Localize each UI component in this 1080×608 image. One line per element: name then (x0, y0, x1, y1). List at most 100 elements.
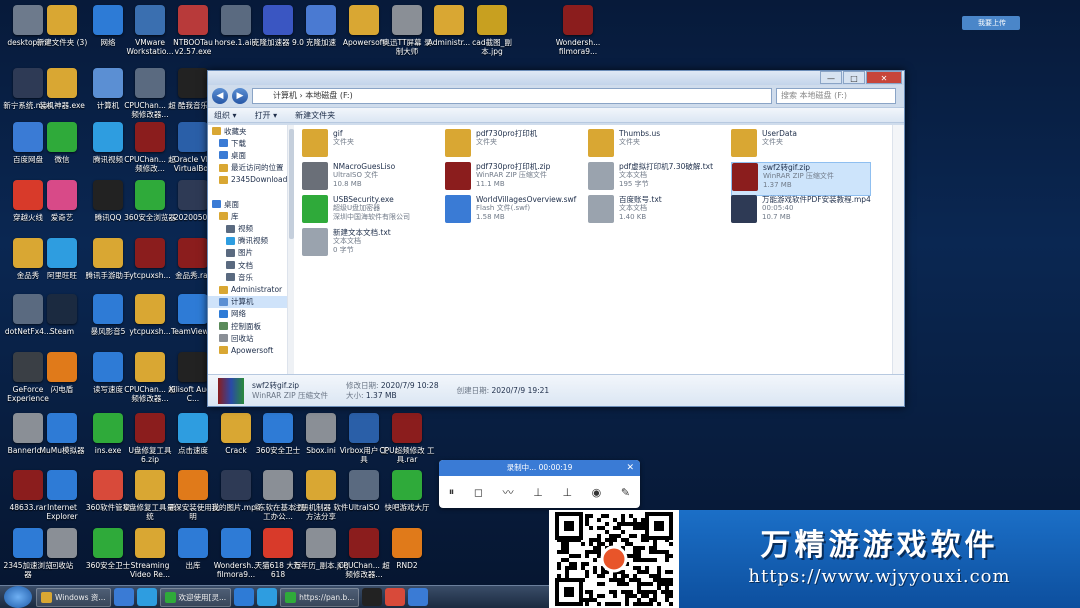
nav-item[interactable]: 文档 (208, 259, 293, 271)
app-icon (434, 5, 464, 35)
taskbar-app-icon[interactable] (257, 588, 278, 606)
file-meta: 文件夹 (762, 138, 783, 146)
nav-item[interactable]: 最近访问的位置 (208, 162, 293, 174)
app-icon (349, 413, 379, 443)
nav-item[interactable]: 桌面 (208, 149, 293, 161)
desktop-icon-label: RND2 (396, 561, 418, 570)
file-item[interactable]: 万能游戏软件PDF安装教程.mp4 00:05:40 10.7 MB (731, 195, 871, 229)
file-item[interactable]: swf2转gif.zip WinRAR ZIP 压缩文件 1.37 MB (731, 162, 871, 196)
upload-cloud-button[interactable]: 我要上传 (962, 16, 1020, 30)
taskbar-app-icon[interactable] (234, 588, 255, 606)
desktop-icon[interactable]: MuMu模拟器 (36, 413, 88, 473)
pin-icon[interactable]: ⊥ (562, 486, 572, 499)
pen-icon[interactable]: 〰 (503, 484, 514, 500)
desktop-icon[interactable]: Steam (36, 294, 88, 354)
file-item[interactable]: UserData 文件夹 (731, 129, 871, 163)
nav-item[interactable]: 图片 (208, 247, 293, 259)
file-item[interactable]: USBSecurity.exe 超级U盘加密器 深圳中国海软件有限公司 (302, 195, 442, 229)
taskbar-item[interactable]: 欢迎使用[灵... (159, 587, 232, 607)
folder-icon (219, 309, 228, 318)
file-item[interactable]: pdf730pro打印机 文件夹 (445, 129, 585, 163)
file-item[interactable]: NMacroGuesLiso UltraISO 文件 10.8 MB (302, 162, 442, 196)
camera-icon[interactable]: ◉ (592, 486, 602, 499)
desktop-icon[interactable]: 装机神器.exe (36, 68, 88, 128)
desktop-icon[interactable]: 新建文件夹 (3) (36, 5, 88, 65)
banner-url[interactable]: https://www.wjyyouxi.com (679, 566, 1080, 587)
desktop-icon[interactable]: RND2 (381, 528, 433, 588)
taskbar-app-icon[interactable] (385, 588, 406, 606)
taskbar-app-icon[interactable] (362, 588, 383, 606)
nav-item[interactable]: 音乐 (208, 271, 293, 283)
file-item[interactable]: 百度账号.txt 文本文档 1.40 KB (588, 195, 728, 229)
taskbar-app-icon[interactable] (113, 588, 134, 606)
nav-item[interactable]: 视频 (208, 223, 293, 235)
desktop-icon[interactable]: 阿里旺旺 (36, 238, 88, 298)
nav-item[interactable]: 网络 (208, 308, 293, 320)
nav-item[interactable]: 2345Downloads (208, 174, 293, 186)
new-folder-button[interactable]: 新建文件夹 (295, 110, 335, 121)
pause-icon[interactable]: ⏸ (449, 485, 455, 499)
stop-icon[interactable]: ◻ (474, 486, 483, 499)
recorder-close-icon[interactable]: ✕ (626, 460, 634, 476)
nav-item[interactable]: 收藏夹 (208, 125, 293, 137)
file-name: Thumbs.us (619, 129, 661, 138)
taskbar-app-icon[interactable] (136, 588, 157, 606)
file-meta: 1.40 KB (619, 213, 647, 221)
nav-scrollbar[interactable] (287, 125, 294, 374)
desktop-icon[interactable]: 微信 (36, 122, 88, 182)
file-item[interactable]: Thumbs.us 文件夹 (588, 129, 728, 163)
address-bar[interactable]: 计算机 › 本地磁盘 (F:) (252, 88, 772, 104)
taskbar-item[interactable]: https://pan.b... (280, 587, 360, 607)
file-item[interactable]: pdf虚拟打印机7.30破解.txt 文本文档 195 字节 (588, 162, 728, 196)
app-icon (178, 68, 208, 98)
app-icon (349, 5, 379, 35)
file-item[interactable]: 新建文本文档.txt 文本文档 0 字节 (302, 228, 442, 262)
pin-icon[interactable]: ⊥ (533, 486, 543, 499)
desktop-icon[interactable]: Internet Explorer (36, 470, 88, 530)
file-item[interactable]: gif 文件夹 (302, 129, 442, 163)
screen-recorder-toolbar: 录制中... 00:00:19 ✕ ⏸ ◻ 〰 ⊥ ⊥ ◉ ✎ (439, 460, 640, 508)
nav-item[interactable]: 控制面板 (208, 320, 293, 332)
file-meta: 1.58 MB (476, 213, 505, 221)
taskbar-item[interactable]: Windows 资... (36, 587, 111, 607)
taskbar-app-icon (41, 591, 52, 603)
nav-item[interactable]: Administrator (208, 283, 293, 295)
nav-item-label: 视频 (238, 224, 253, 234)
minimize-button[interactable]: — (820, 71, 842, 84)
modified-value: 2020/7/9 10:28 (380, 380, 439, 390)
close-button[interactable]: ✕ (866, 71, 902, 84)
file-icon (302, 162, 328, 190)
open-button[interactable]: 打开 ▾ (255, 110, 278, 121)
banner-title: 万精游游戏软件 (760, 528, 999, 563)
nav-item[interactable]: 桌面 (208, 198, 293, 210)
nav-item[interactable]: 回收站 (208, 332, 293, 344)
nav-item[interactable]: 腾讯视频 (208, 235, 293, 247)
desktop-icon[interactable]: 快吧游戏大厅 (381, 470, 433, 530)
desktop-icon[interactable]: 爱奇艺 (36, 180, 88, 240)
file-item[interactable]: pdf730pro打印机.zip WinRAR ZIP 压缩文件 11.1 MB (445, 162, 585, 196)
desktop-icon[interactable]: cad截图_副 本.jpg (466, 5, 518, 65)
desktop-icon[interactable]: 回收站 (36, 528, 88, 588)
edit-icon[interactable]: ✎ (621, 486, 630, 499)
app-icon (93, 5, 123, 35)
file-item[interactable]: WorldVillagesOverview.swf Flash 文件(.swf) 1… (445, 195, 585, 229)
app-icon (178, 238, 208, 268)
search-input[interactable]: 搜索 本地磁盘 (F:) (776, 88, 896, 104)
nav-item[interactable]: 库 (208, 210, 293, 222)
nav-item[interactable]: Apowersoft (208, 344, 293, 356)
forward-icon[interactable]: ▶ (232, 88, 248, 104)
nav-item[interactable]: 下载 (208, 137, 293, 149)
taskbar-app-icon[interactable] (408, 588, 429, 606)
maximize-button[interactable]: □ (843, 71, 865, 84)
desktop-icon[interactable]: CPU超频修改 工具.rar (379, 413, 435, 473)
modified-label: 修改日期: (345, 380, 379, 390)
desktop-icon[interactable]: 闪电盾 (36, 352, 88, 412)
start-button[interactable] (4, 586, 32, 608)
desktop-icon[interactable]: Wondersh... filmora9... (552, 5, 604, 65)
nav-item[interactable]: 计算机 (208, 295, 293, 308)
app-icon (47, 5, 77, 35)
back-icon[interactable]: ◀ (212, 88, 228, 104)
organize-button[interactable]: 组织 ▾ (214, 110, 237, 121)
file-scrollbar[interactable] (892, 125, 904, 374)
title-bar[interactable]: — □ ✕ (208, 71, 904, 85)
